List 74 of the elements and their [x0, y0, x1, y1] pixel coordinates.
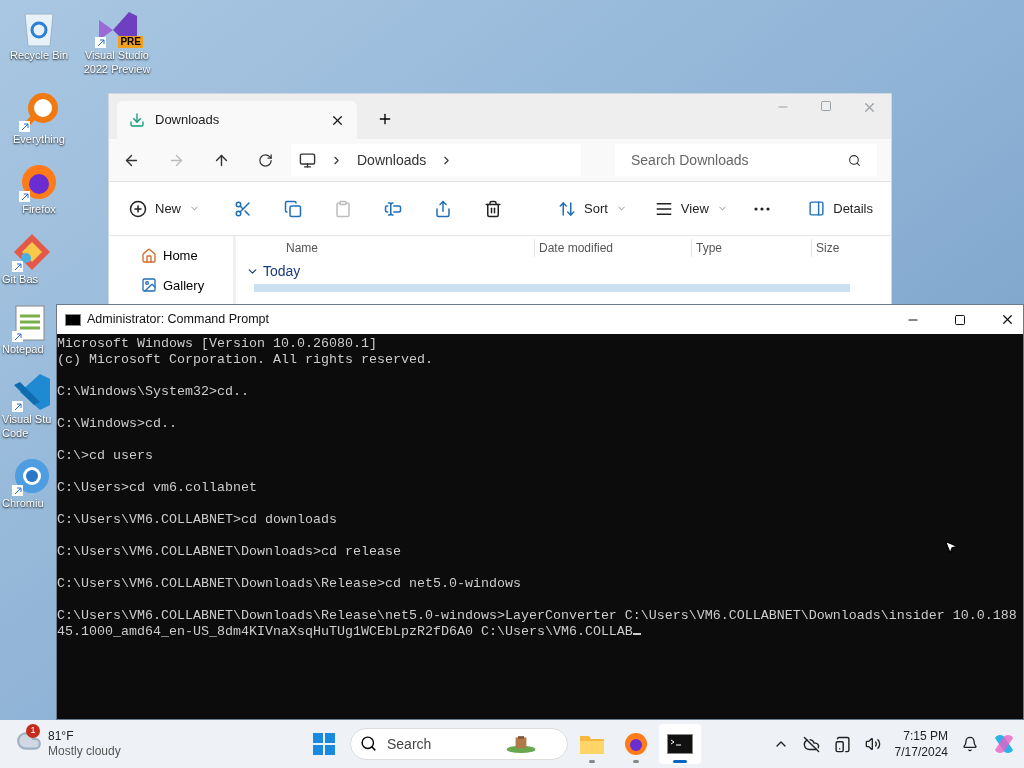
tab-title: Downloads	[155, 111, 221, 130]
console-line: C:\Windows\System32>cd..	[57, 384, 249, 400]
device-icon[interactable]	[833, 735, 851, 753]
copilot-logo-icon[interactable]	[992, 732, 1016, 756]
details-button[interactable]: Details	[808, 198, 873, 219]
sidebar-item[interactable]: Home	[141, 246, 233, 266]
taskbar-app-button[interactable]	[659, 724, 701, 764]
column-header[interactable]: Name	[286, 239, 534, 257]
more-icon	[753, 206, 770, 211]
cloud-off-icon[interactable]	[802, 735, 820, 753]
address-bar[interactable]: Downloads	[291, 144, 581, 176]
console-line: C:\Windows>cd..	[57, 416, 177, 432]
console-line: C:\Users\VM6.COLLABNET\Downloads>cd release	[57, 544, 401, 560]
toolbar-button[interactable]: Sort	[556, 192, 629, 225]
add-circle-icon	[129, 199, 147, 218]
side-panel-icon	[808, 200, 826, 217]
notepad-icon	[12, 302, 48, 342]
speaker-icon[interactable]	[864, 736, 881, 752]
trash-icon	[484, 199, 502, 218]
download-icon	[129, 112, 145, 128]
fox-globe-icon	[19, 162, 59, 202]
console-line: (c) Microsoft Corporation. All rights reserved.	[57, 352, 433, 368]
console-line: C:\Users\VM6.COLLABNET\Downloads\Release>cd net5.0-windows	[57, 576, 521, 592]
bell-icon[interactable]	[962, 736, 978, 752]
console-line: Microsoft Windows [Version 10.0.26080.1]	[57, 336, 377, 352]
new-tab-icon[interactable]	[377, 111, 393, 127]
clipboard-icon	[334, 199, 352, 218]
console-line: 45.1000_amd64_en-US_8dm4KIVnaXsqHuTUg1WCEbLpzR2fD6A0 C:\Users\VM6.COLLAB	[57, 624, 641, 640]
mouse-pointer-icon	[943, 539, 959, 555]
search-field[interactable]: Search Downloads	[615, 144, 877, 176]
column-header[interactable]: Size	[811, 239, 891, 257]
taskbar-search-field[interactable]: Search	[350, 728, 568, 760]
weather-condition: Mostly cloudy	[48, 744, 121, 759]
sort-arrows-icon	[558, 199, 576, 218]
console-line: C:\Users\VM6.COLLABNET\Downloads\Release\net5.0-windows>LayerConverter C:\Users\VM6.COLLABNET\Downloads\insider 10.0.188	[57, 608, 1017, 624]
console-line: C:\>cd users	[57, 448, 153, 464]
house-icon	[141, 247, 157, 264]
diamond-logo-icon	[12, 232, 52, 272]
fox-globe-icon	[624, 732, 648, 756]
time: 7:15 PM	[903, 728, 948, 744]
rename-icon	[384, 199, 402, 218]
copy-icon	[284, 199, 302, 218]
ring-logo-icon	[12, 456, 52, 496]
monitor-icon	[299, 151, 316, 169]
column-header[interactable]: Date modified	[534, 239, 691, 257]
console-line: C:\Users\VM6.COLLABNET>cd downloads	[57, 512, 337, 528]
temperature: 81°F	[48, 729, 75, 744]
share-icon	[434, 199, 452, 218]
alert-count-badge: 1	[26, 723, 40, 738]
console-line: C:\Users>cd vm6.collabnet	[57, 480, 257, 496]
windows-logo-icon	[313, 733, 335, 755]
terminal-icon	[667, 734, 693, 754]
sidebar-item[interactable]: Gallery	[141, 275, 233, 295]
toolbar-button[interactable]: View	[652, 192, 730, 225]
window-title: Administrator: Command Prompt	[87, 311, 269, 329]
close-icon[interactable]	[1000, 312, 1015, 327]
group-header[interactable]: Today	[263, 260, 301, 282]
search-icon	[848, 154, 861, 167]
code-editor-logo-icon	[12, 372, 52, 412]
folder-icon	[579, 733, 605, 755]
refresh-icon[interactable]	[258, 152, 273, 168]
preview-badge: PRE	[118, 36, 143, 48]
search-icon	[360, 735, 377, 752]
scissors-icon	[234, 199, 252, 218]
text-cursor	[632, 633, 641, 635]
maximize-icon[interactable]	[954, 313, 966, 326]
downloads-tab[interactable]: Downloads	[117, 101, 357, 139]
date: 7/17/2024	[894, 744, 948, 760]
breadcrumb-item[interactable]: Downloads	[357, 149, 427, 171]
toolbar-button[interactable]: New	[127, 192, 202, 225]
terminal-icon	[65, 313, 81, 326]
clock[interactable]: 7:15 PM 7/17/2024	[894, 728, 948, 760]
picture-icon	[141, 277, 157, 294]
column-header[interactable]: Type	[691, 239, 811, 257]
